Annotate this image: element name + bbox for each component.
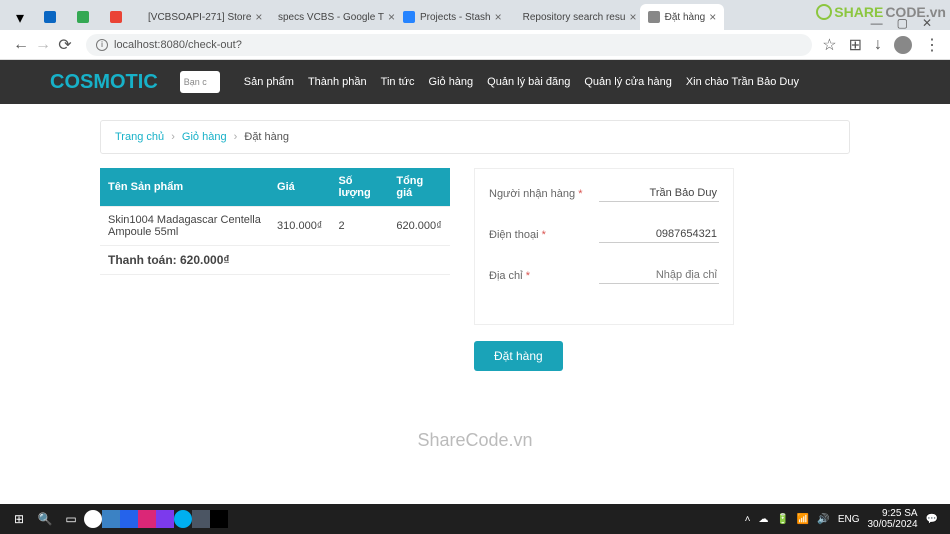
tab-dropdown[interactable]: ▾ — [8, 6, 32, 30]
nav-news[interactable]: Tin tức — [381, 76, 415, 88]
chrome-icon[interactable] — [84, 510, 102, 528]
browser-address-bar: ← → ⟳ i localhost:8080/check-out? ☆ ⊞ ↓ … — [0, 30, 950, 60]
submit-order-button[interactable]: Đặt hàng — [474, 341, 563, 371]
tab-jira[interactable]: [VCBSOAPI-271] Store × — [135, 4, 265, 30]
tab-label: Đặt hàng — [665, 12, 706, 23]
breadcrumb-current: Đặt hàng — [244, 131, 289, 143]
breadcrumb: Trang chủ › Giỏ hàng › Đặt hàng — [100, 120, 850, 154]
nav-ingredients[interactable]: Thành phần — [308, 76, 367, 88]
phone-input[interactable] — [599, 226, 719, 243]
intellij-icon[interactable] — [210, 510, 228, 528]
skype-icon[interactable] — [174, 510, 192, 528]
download-icon[interactable]: ↓ — [874, 36, 882, 54]
task-view-icon[interactable]: ▭ — [58, 506, 84, 532]
forward-button[interactable]: → — [32, 34, 54, 56]
url-text: localhost:8080/check-out? — [114, 39, 242, 51]
tab-z[interactable] — [36, 4, 69, 30]
close-icon[interactable]: × — [388, 10, 395, 24]
chevron-right-icon: › — [171, 131, 175, 143]
windows-taskbar: ⊞ 🔍 ▭ ˄ ☁ 🔋 📶 🔊 ENG 9:25 SA 30/05/2024 💬 — [0, 504, 950, 534]
breadcrumb-cart[interactable]: Giỏ hàng — [182, 131, 227, 143]
tab-label: specs VCBS - Google T — [278, 12, 384, 23]
tray-chevron-icon[interactable]: ˄ — [745, 514, 751, 525]
start-button[interactable]: ⊞ — [6, 506, 32, 532]
tray-battery-icon[interactable]: 🔋 — [776, 514, 788, 525]
extensions-icon[interactable]: ⊞ — [849, 35, 862, 55]
chevron-right-icon: › — [234, 131, 238, 143]
profile-avatar[interactable] — [894, 36, 912, 54]
nav-manage-store[interactable]: Quản lý cửa hàng — [584, 76, 671, 88]
app-icon[interactable] — [156, 510, 174, 528]
th-total: Tổng giá — [388, 168, 450, 207]
order-table: Tên Sản phẩm Giá Số lượng Tổng giá Skin1… — [100, 168, 450, 275]
tab-checkout[interactable]: Đặt hàng× — [640, 4, 725, 30]
address-label: Địa chỉ * — [489, 270, 530, 282]
watermark-corner: SHARECODE.vn — [816, 4, 946, 20]
url-input[interactable]: i localhost:8080/check-out? — [86, 34, 812, 56]
breadcrumb-home[interactable]: Trang chủ — [115, 131, 164, 143]
page-viewport: COSMOTIC Bạn c Sản phẩm Thành phần Tin t… — [0, 60, 950, 504]
tab-label: Repository search resu — [523, 12, 626, 23]
address-input[interactable] — [599, 267, 719, 284]
tab-gmail[interactable] — [102, 4, 135, 30]
nav-cart[interactable]: Giỏ hàng — [429, 76, 474, 88]
recipient-input[interactable] — [599, 185, 719, 202]
tray-wifi-icon[interactable]: 📶 — [797, 514, 809, 525]
tray-notifications-icon[interactable]: 💬 — [926, 514, 938, 525]
tray-volume-icon[interactable]: 🔊 — [817, 514, 829, 525]
site-info-icon[interactable]: i — [96, 39, 108, 51]
th-price: Giá — [269, 168, 330, 207]
back-button[interactable]: ← — [10, 34, 32, 56]
site-navbar: COSMOTIC Bạn c Sản phẩm Thành phần Tin t… — [0, 60, 950, 104]
search-input[interactable]: Bạn c — [180, 71, 220, 93]
tray-cloud-icon[interactable]: ☁ — [758, 514, 768, 525]
th-product: Tên Sản phẩm — [100, 168, 269, 207]
app-icon[interactable] — [102, 510, 120, 528]
menu-icon[interactable]: ⋮ — [924, 35, 940, 55]
grand-total-row: Thanh toán: 620.000₫ — [100, 246, 450, 275]
nav-greeting[interactable]: Xin chào Trần Bảo Duy — [686, 76, 799, 88]
browser-tab-bar: ▾ [VCBSOAPI-271] Store × specs VCBS - Goo… — [0, 0, 950, 30]
cell-total: 620.000₫ — [388, 207, 450, 246]
cell-qty: 2 — [330, 207, 388, 246]
th-qty: Số lượng — [330, 168, 388, 207]
order-summary: Tên Sản phẩm Giá Số lượng Tổng giá Skin1… — [100, 168, 450, 325]
close-icon[interactable]: × — [709, 10, 716, 24]
tab-stash[interactable]: Projects - Stash × — [395, 4, 510, 30]
bookmark-icon[interactable]: ☆ — [822, 35, 836, 55]
close-icon[interactable]: × — [629, 10, 636, 24]
recipient-label: Người nhận hàng * — [489, 188, 582, 200]
app-icon[interactable] — [120, 510, 138, 528]
watermark-center: ShareCode.vn — [417, 430, 532, 451]
tab-sheets[interactable]: specs VCBS - Google T × — [265, 4, 395, 30]
close-icon[interactable]: × — [495, 10, 502, 24]
tray-lang[interactable]: ENG — [838, 514, 860, 525]
tab-apps[interactable] — [69, 4, 102, 30]
tab-label: Projects - Stash — [420, 12, 491, 23]
nav-manage-posts[interactable]: Quản lý bài đăng — [487, 76, 570, 88]
cell-price: 310.000₫ — [269, 207, 330, 246]
grand-total-label: Thanh toán: 620.000₫ — [100, 246, 450, 275]
app-icon[interactable] — [138, 510, 156, 528]
checkout-form: Người nhận hàng * Điện thoại * Địa chỉ * — [474, 168, 734, 325]
app-icon[interactable] — [192, 510, 210, 528]
phone-label: Điện thoại * — [489, 229, 546, 241]
tab-github[interactable]: Repository search resu× — [510, 4, 640, 30]
table-row: Skin1004 Madagascar Centella Ampoule 55m… — [100, 207, 450, 246]
cell-product-name: Skin1004 Madagascar Centella Ampoule 55m… — [100, 207, 269, 246]
close-icon[interactable]: × — [255, 10, 262, 24]
reload-button[interactable]: ⟳ — [54, 34, 76, 56]
nav-products[interactable]: Sản phẩm — [244, 76, 294, 88]
search-icon[interactable]: 🔍 — [32, 506, 58, 532]
brand-logo[interactable]: COSMOTIC — [50, 71, 158, 94]
tab-label: [VCBSOAPI-271] Store — [148, 12, 251, 23]
taskbar-clock[interactable]: 9:25 SA 30/05/2024 — [867, 508, 917, 530]
